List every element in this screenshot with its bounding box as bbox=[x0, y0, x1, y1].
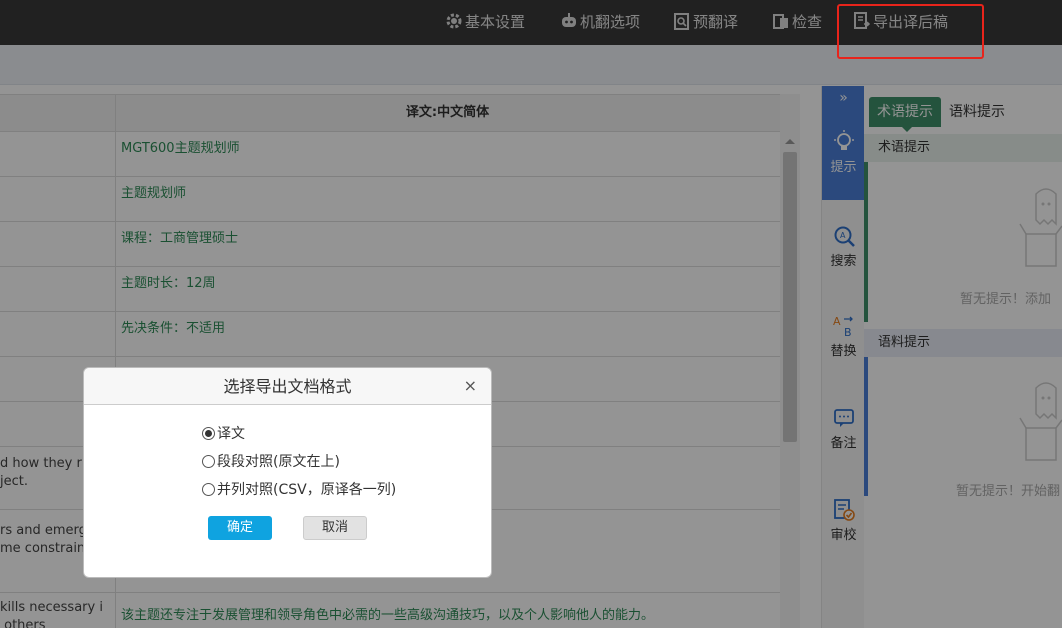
option-label: 译文 bbox=[217, 426, 245, 442]
option-parallel-csv[interactable]: 并列对照(CSV，原译各一列) bbox=[202, 479, 396, 499]
confirm-button[interactable]: 确定 bbox=[208, 516, 272, 540]
export-format-dialog: 选择导出文档格式 × 译文 段段对照(原文在上) 并列对照(CSV，原译各一列)… bbox=[83, 367, 492, 578]
option-translation-only[interactable]: 译文 bbox=[202, 423, 245, 443]
option-label: 并列对照(CSV，原译各一列) bbox=[217, 482, 397, 498]
radio-selected[interactable] bbox=[202, 426, 215, 440]
option-label: 段段对照(原文在上) bbox=[217, 454, 340, 470]
radio-unselected[interactable] bbox=[202, 454, 215, 468]
close-icon[interactable]: × bbox=[464, 376, 477, 395]
radio-unselected[interactable] bbox=[202, 482, 215, 496]
option-paragraph-bilingual[interactable]: 段段对照(原文在上) bbox=[202, 451, 340, 471]
cancel-button[interactable]: 取消 bbox=[303, 516, 367, 540]
dialog-title: 选择导出文档格式 bbox=[84, 368, 491, 405]
highlight-annotation-box bbox=[837, 4, 984, 59]
